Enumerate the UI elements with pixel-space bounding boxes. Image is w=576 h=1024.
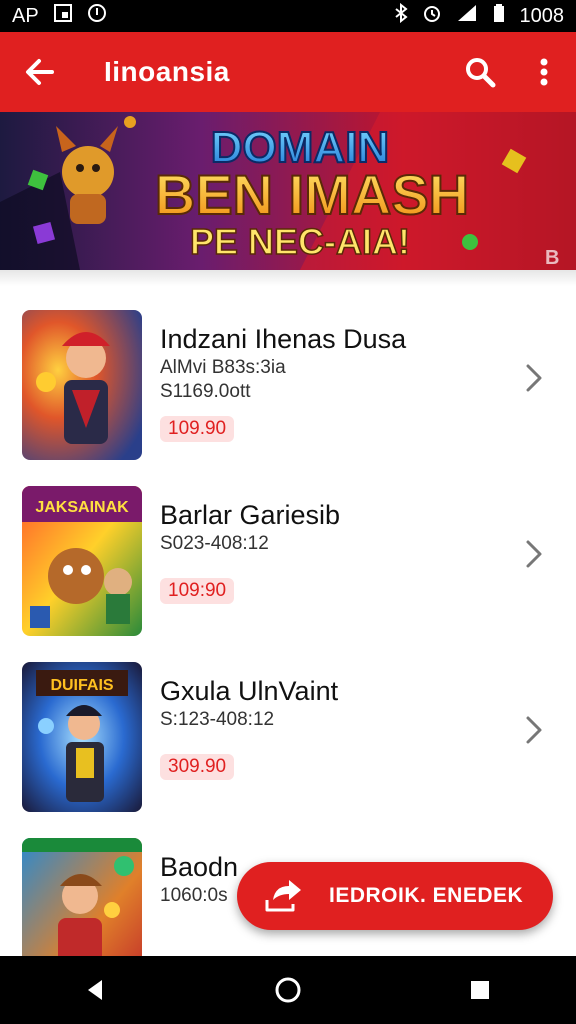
- banner-line3: PE NEC-AIA!: [190, 221, 410, 262]
- back-arrow-icon: [26, 59, 54, 85]
- price-badge: 309.90: [160, 754, 235, 780]
- nav-home-button[interactable]: [258, 960, 318, 1020]
- banner-divider: [0, 270, 576, 286]
- system-navigation-bar: [0, 956, 576, 1024]
- game-thumbnail: [22, 310, 142, 460]
- more-vert-icon: [540, 58, 548, 86]
- banner-line2: BEN IMASH: [155, 163, 469, 226]
- search-button[interactable]: [448, 32, 512, 112]
- status-bar: AP 1008: [0, 0, 576, 32]
- back-button[interactable]: [0, 32, 80, 112]
- nav-recents-icon: [471, 981, 489, 999]
- bluetooth-icon: [394, 2, 408, 29]
- nav-back-icon: [88, 980, 102, 1000]
- clock-time: 1008: [519, 4, 565, 27]
- nav-recents-button[interactable]: [450, 960, 510, 1020]
- list-item[interactable]: Indzani Ihenas Dusa AlMvi B83s:3ia S1169…: [0, 300, 576, 460]
- chevron-right-icon: [526, 540, 542, 568]
- item-subtitle: S023-408:12: [160, 533, 269, 554]
- game-thumbnail: DUIFAIS: [22, 662, 142, 812]
- promo-banner[interactable]: DOMAIN BEN IMASH PE NEC-AIA! B: [0, 112, 576, 270]
- thumbnail-title: JAKSAINAK: [35, 499, 129, 516]
- search-icon: [466, 58, 496, 88]
- app-bar: Iinoansia: [0, 32, 576, 112]
- item-subtitle-2: S1169.0ott: [160, 381, 251, 402]
- alarm-icon: [422, 3, 442, 29]
- item-name: Gxula UlnVaint: [160, 676, 339, 706]
- item-subtitle: AlMvi B83s:3ia: [160, 357, 286, 378]
- chevron-right-icon: [526, 364, 542, 392]
- signal-icon: [456, 3, 478, 29]
- alarm-notification-icon: [87, 3, 107, 29]
- image-notification-icon: [53, 3, 73, 29]
- price-badge: 109.90: [160, 416, 235, 442]
- price-badge: 109:90: [160, 578, 235, 604]
- page-title: Iinoansia: [104, 56, 230, 87]
- item-name: Indzani Ihenas Dusa: [160, 324, 407, 354]
- nav-back-button[interactable]: [66, 960, 126, 1020]
- battery-icon: [492, 3, 506, 29]
- chevron-right-icon: [526, 716, 542, 744]
- game-thumbnail: JAKSAINAK: [22, 486, 142, 636]
- nav-home-icon: [275, 977, 301, 1003]
- item-subtitle: S:123-408:12: [160, 709, 275, 730]
- thumbnail-title: DUIFAIS: [50, 677, 113, 694]
- more-options-button[interactable]: [512, 32, 576, 112]
- list-item[interactable]: JAKSAINAK Barlar Gariesib S023-408:12 10…: [0, 476, 576, 636]
- item-name: Barlar Gariesib: [160, 500, 341, 530]
- share-icon: [265, 880, 301, 912]
- list-item[interactable]: DUIFAIS Gxula UlnVaint S:123-408:12 309.…: [0, 652, 576, 812]
- share-action-button[interactable]: IEDROIK. ENEDEK: [237, 862, 553, 930]
- carrier-label: AP: [12, 4, 39, 27]
- banner-decor-glyph: B: [545, 247, 559, 269]
- share-action-label: IEDROIK. ENEDEK: [329, 884, 524, 907]
